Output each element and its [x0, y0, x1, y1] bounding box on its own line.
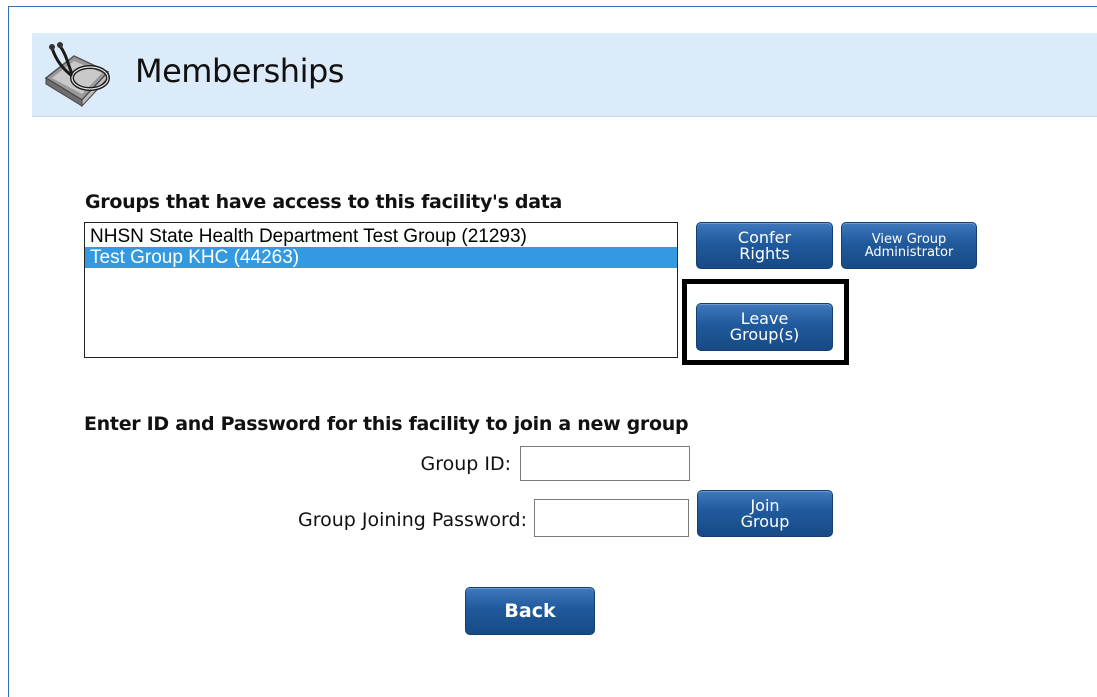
group-password-input[interactable] [534, 499, 689, 537]
page-header: Memberships [32, 33, 1097, 117]
group-password-label: Group Joining Password: [297, 509, 527, 531]
confer-rights-button[interactable]: Confer Rights [696, 222, 833, 269]
view-group-admin-line2: Administrator [864, 244, 954, 260]
join-heading: Enter ID and Password for this facility … [84, 413, 689, 435]
groups-heading: Groups that have access to this facility… [85, 191, 563, 213]
join-group-line2: Group [740, 511, 790, 531]
list-item[interactable]: NHSN State Health Department Test Group … [85, 226, 677, 247]
group-id-label: Group ID: [420, 453, 511, 475]
list-item-selected[interactable]: Test Group KHC (44263) [85, 247, 677, 268]
groups-listbox[interactable]: NHSN State Health Department Test Group … [84, 222, 678, 358]
confer-rights-line2: Rights [739, 243, 790, 263]
page-title: Memberships [135, 52, 344, 90]
group-id-input[interactable] [520, 446, 690, 481]
leave-groups-line2: Group(s) [729, 325, 800, 344]
back-button[interactable]: Back [465, 587, 595, 635]
stethoscope-book-icon [44, 42, 110, 108]
leave-groups-button[interactable]: Leave Group(s) [696, 303, 833, 351]
view-group-administrator-button[interactable]: View Group Administrator [841, 222, 977, 269]
join-group-button[interactable]: Join Group [697, 490, 833, 537]
view-group-admin-line1: View Group [871, 231, 947, 247]
back-button-label: Back [504, 599, 556, 622]
